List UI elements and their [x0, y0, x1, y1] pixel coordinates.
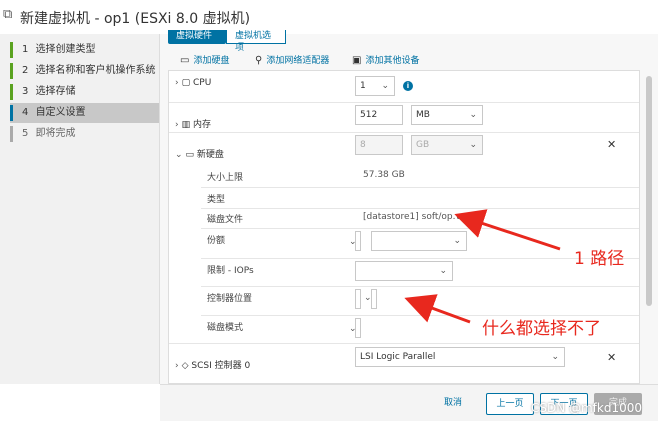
annotation-arrows	[404, 209, 561, 324]
cannot-select-arrow	[404, 294, 471, 324]
path-annotation: 1 路径	[574, 249, 625, 269]
watermark: CSDN @mfkd1000	[530, 401, 642, 415]
cannot-select-annotation: 什么都选择不了	[482, 319, 601, 339]
path-arrow	[454, 209, 561, 251]
